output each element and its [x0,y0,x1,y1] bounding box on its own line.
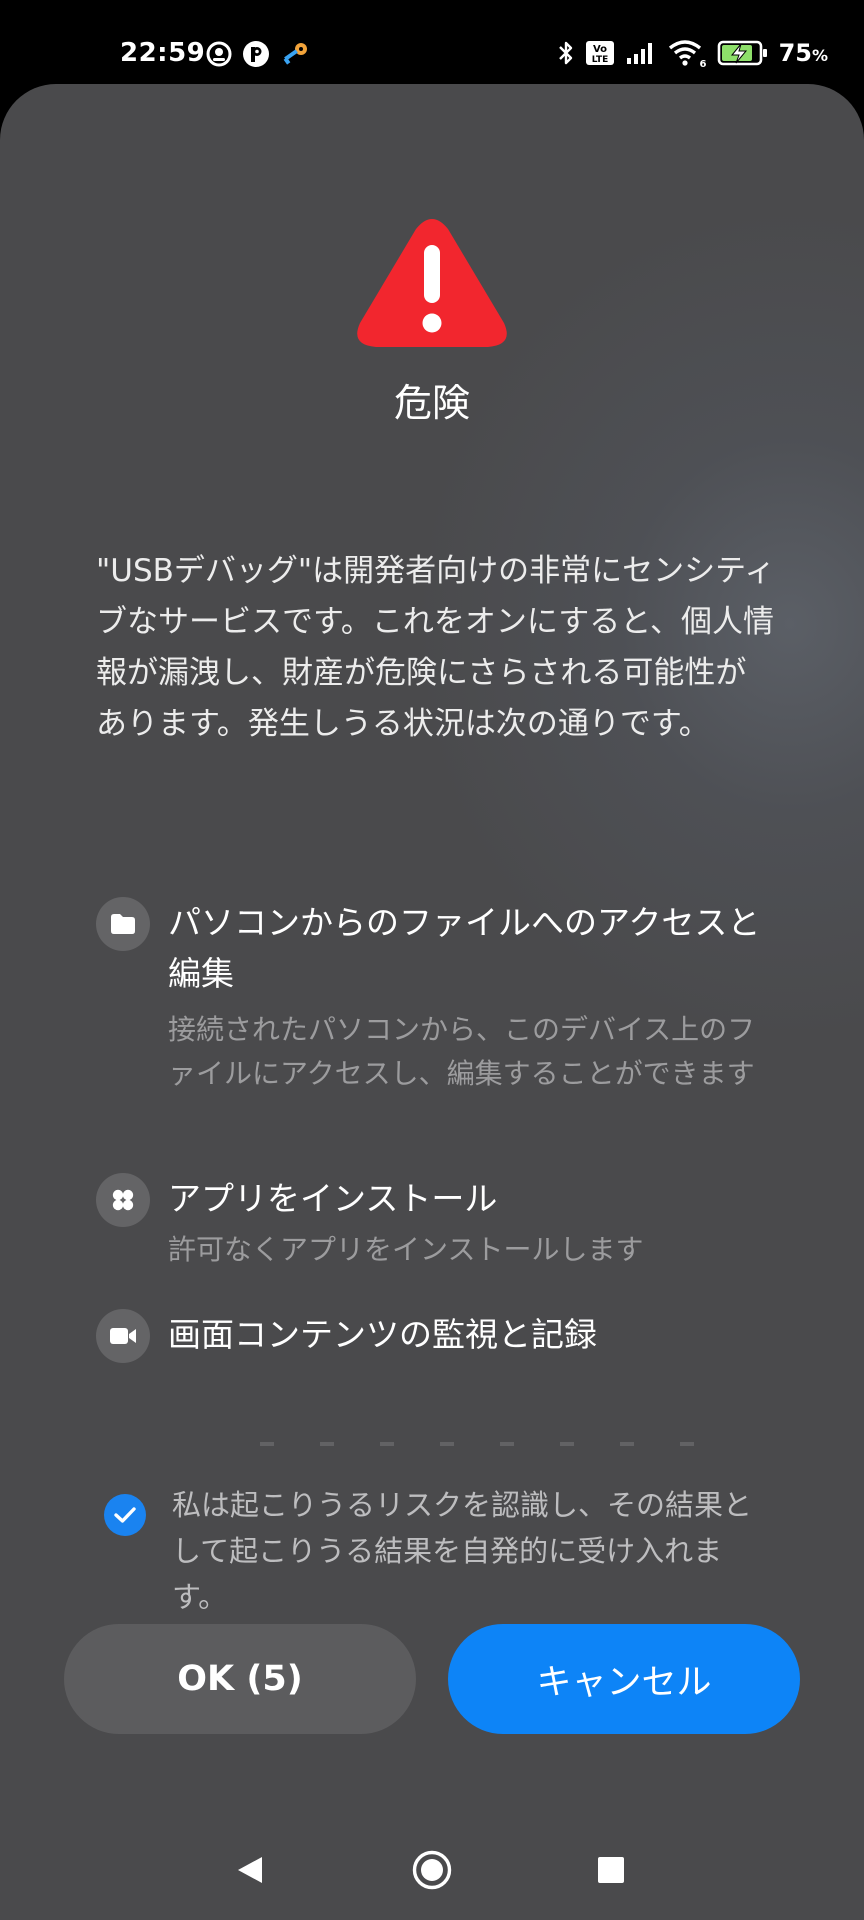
svg-text:LTE: LTE [591,55,608,65]
risk-description: 接続されたパソコンから、このデバイス上のファイルにアクセスし、編集することができ… [168,1013,756,1090]
video-camera-icon [96,1309,150,1363]
svg-text:Vo: Vo [593,44,607,55]
risk-item-file-access: パソコンからのファイルへのアクセスと編集 接続されたパソコンから、このデバイス上… [96,897,776,1127]
status-right-icons: Vo LTE 6 75% [557,38,828,68]
bluetooth-icon [558,41,572,65]
battery-percentage: 75% [778,39,828,67]
navigation-bar [0,1830,864,1910]
wifi-icon: 6 [668,40,706,68]
status-notification-icons [206,40,310,68]
checkmark-icon [114,1507,136,1523]
risk-title: アプリをインストール [168,1179,498,1218]
scroll-clipped-text [260,1442,740,1446]
risk-title: 画面コンテンツの監視と記録 [168,1315,597,1354]
notification-p-icon [243,41,269,67]
cellular-signal-icon [626,43,652,64]
risk-consent[interactable]: 私は起こりうるリスクを認識し、その結果として起こりうる結果を自発的に受け入れます… [100,1488,780,1632]
dialog-title: 危険 [393,381,470,425]
folder-icon [96,897,150,951]
notification-key-icon [283,43,307,65]
screen: 22:59 Vo LTE 6 75% 危険 "USBデバッグ"は開発者向けの非常… [0,0,864,1920]
home-circle-icon [412,1850,452,1890]
recents-square-icon [598,1857,624,1883]
risk-description: 許可なくアプリをインストールします [168,1233,644,1266]
status-time: 22:59 [120,38,206,68]
consent-checkbox[interactable] [104,1494,146,1536]
warning-triangle-icon [357,219,507,347]
back-triangle-icon [238,1857,262,1883]
risk-item-screen-recording: 画面コンテンツの監視と記録 [96,1309,776,1369]
risk-title: パソコンからのファイルへのアクセスと編集 [168,903,761,993]
risk-item-install-apps: アプリをインストール 許可なくアプリをインストールします [96,1173,776,1283]
cancel-button[interactable]: キャンセル [448,1624,800,1734]
dialog-description: "USBデバッグ"は開発者向けの非常にセンシティブなサービスです。これをオンにす… [96,553,776,742]
volte-icon: Vo LTE [585,41,614,65]
notification-app-icon [206,41,232,67]
ok-button[interactable]: OK (5) [64,1624,416,1734]
consent-text: 私は起こりうるリスクを認識し、その結果として起こりうる結果を自発的に受け入れます… [172,1488,753,1614]
nav-home-button[interactable] [392,1830,472,1910]
nav-recents-button[interactable] [571,1830,651,1910]
nav-back-button[interactable] [210,1830,290,1910]
apps-icon [96,1173,150,1227]
status-bar: 22:59 Vo LTE 6 75% [0,0,864,84]
danger-dialog: 危険 "USBデバッグ"は開発者向けの非常にセンシティブなサービスです。これをオ… [0,84,864,1920]
battery-charging-icon [717,40,767,66]
svg-text:6: 6 [699,59,706,68]
